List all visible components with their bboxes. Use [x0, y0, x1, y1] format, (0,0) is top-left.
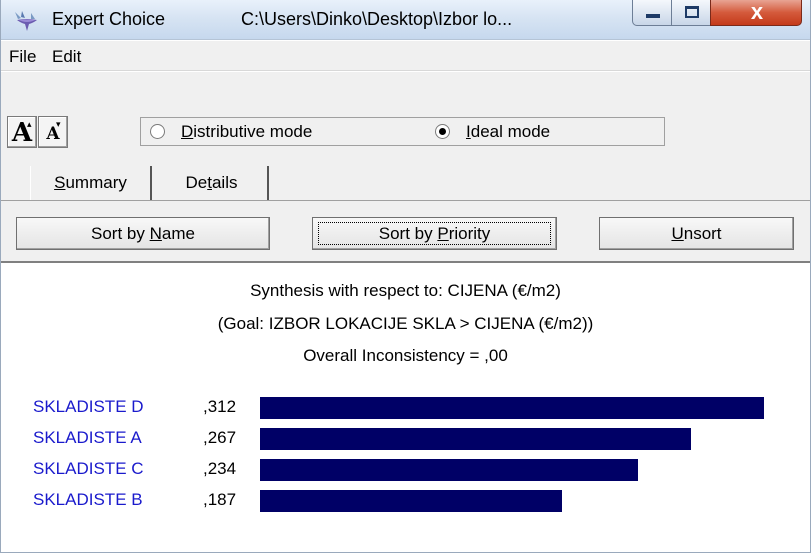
priority-bar: [260, 397, 764, 419]
sort-by-name-button[interactable]: Sort by Name: [16, 217, 270, 250]
alternative-name: SKLADISTE C: [33, 459, 144, 478]
result-row: SKLADISTE B ,187: [1, 488, 810, 514]
synthesis-goal: (Goal: IZBOR LOKACIJE SKLA > CIJENA (€/m…: [217, 314, 594, 333]
tab-summary[interactable]: Summary: [30, 166, 152, 200]
result-row: SKLADISTE C ,234: [1, 457, 810, 483]
maximize-icon: [685, 6, 699, 18]
maximize-button[interactable]: [671, 0, 711, 26]
expert-choice-logo-icon: [15, 11, 37, 31]
toolbar: A ▴ A ▾ Distributive mode Ideal mode: [1, 72, 810, 166]
priority-value: ,234: [203, 459, 237, 478]
mode-selector: Distributive mode Ideal mode: [140, 117, 665, 146]
alternative-name: SKLADISTE D: [33, 397, 144, 416]
priority-value: ,312: [203, 397, 237, 416]
window-title: Expert Choice: [52, 9, 166, 29]
increase-font-button[interactable]: A ▴: [7, 116, 37, 148]
sort-button-bar: Sort by Name Sort by Priority Unsort: [1, 200, 810, 263]
unsort-button[interactable]: Unsort: [599, 217, 794, 250]
priority-value: ,187: [203, 490, 237, 509]
distributive-mode-label[interactable]: Distributive mode: [181, 122, 312, 142]
close-icon: x: [750, 0, 764, 24]
menu-file[interactable]: File: [9, 47, 36, 67]
sort-by-priority-button[interactable]: Sort by Priority: [312, 217, 557, 250]
decrease-font-button[interactable]: A ▾: [38, 116, 68, 148]
menu-edit[interactable]: Edit: [52, 47, 81, 67]
app-window: Expert Choice C:\Users\Dinko\Desktop\Izb…: [0, 0, 811, 553]
tab-details[interactable]: Details: [156, 166, 269, 200]
result-row: SKLADISTE A ,267: [1, 426, 810, 452]
priority-bar: [260, 459, 638, 481]
minimize-button[interactable]: [632, 0, 672, 26]
title-bar[interactable]: Expert Choice C:\Users\Dinko\Desktop\Izb…: [1, 0, 810, 40]
distributive-mode-radio[interactable]: [150, 124, 165, 139]
synthesis-title: Synthesis with respect to: CIJENA (€/m2): [250, 281, 561, 300]
alternative-name: SKLADISTE B: [33, 490, 143, 509]
result-row: SKLADISTE D ,312: [1, 395, 810, 421]
minimize-icon: [646, 14, 660, 18]
ideal-mode-label[interactable]: Ideal mode: [466, 122, 550, 142]
alternative-name: SKLADISTE A: [33, 428, 142, 447]
priority-bar: [260, 490, 562, 512]
close-button[interactable]: x: [710, 0, 802, 26]
overall-inconsistency: Overall Inconsistency = ,00: [303, 346, 508, 365]
synthesis-panel: Synthesis with respect to: CIJENA (€/m2)…: [1, 265, 810, 552]
ideal-mode-radio[interactable]: [435, 124, 450, 139]
menu-bar: File Edit: [1, 41, 810, 71]
priority-value: ,267: [203, 428, 237, 447]
priority-bar: [260, 428, 691, 450]
down-arrow-icon: ▾: [56, 120, 61, 130]
window-file-path: C:\Users\Dinko\Desktop\Izbor lo...: [241, 9, 513, 29]
up-arrow-icon: ▴: [27, 120, 32, 130]
